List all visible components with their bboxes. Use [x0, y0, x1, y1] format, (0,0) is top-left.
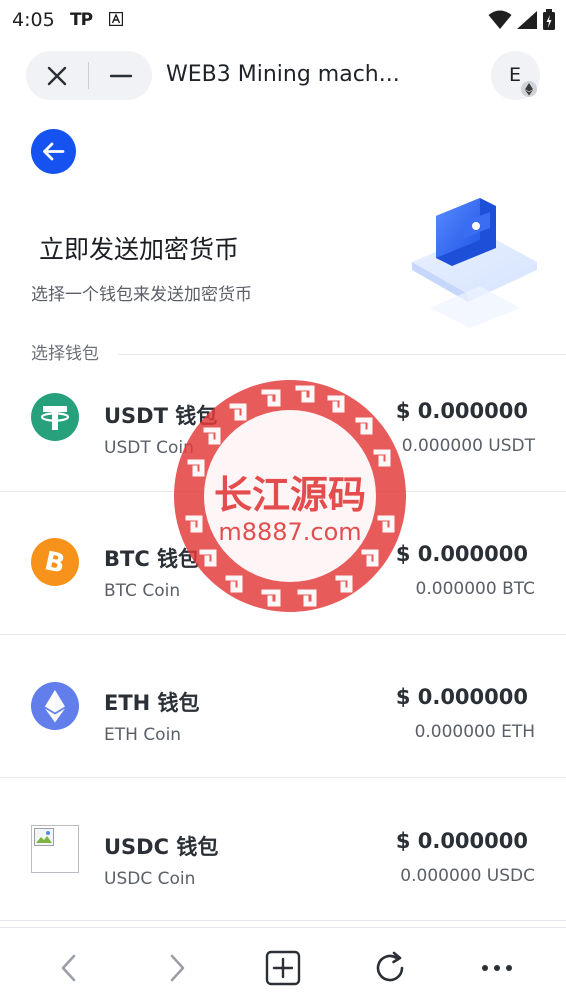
wallet-row-usdt[interactable]: USDT 钱包 USDT Coin $ 0.000000 0.000000 US…: [0, 348, 566, 492]
eth-icon: [31, 682, 79, 730]
wallet-subtitle: BTC Coin: [104, 581, 181, 601]
broken-image-icon: [31, 825, 79, 873]
wallet-fiat-balance: $ 0.000000: [395, 685, 528, 709]
browser-page-title: WEB3 Mining mach...: [166, 62, 400, 87]
reload-icon[interactable]: [372, 950, 408, 986]
page-title: 立即发送加密货币: [39, 235, 240, 264]
wallet-row-usdc[interactable]: USDC 钱包 USDC Coin $ 0.000000 0.000000 US…: [0, 777, 566, 921]
wallet-subtitle: USDT Coin: [104, 438, 194, 458]
wallet-name: USDT 钱包: [104, 404, 218, 428]
close-icon[interactable]: [44, 63, 70, 89]
wallet-subtitle: ETH Coin: [104, 725, 182, 745]
wallet-fiat-balance: $ 0.000000: [395, 399, 528, 423]
account-avatar[interactable]: E: [491, 51, 540, 100]
status-icons: [488, 9, 556, 31]
wallet-fiat-balance: $ 0.000000: [395, 829, 528, 853]
eth-network-icon: [525, 83, 533, 96]
wallet-row-btc[interactable]: B BTC 钱包 BTC Coin $ 0.000000 0.000000 BT…: [0, 491, 566, 635]
minimize-icon[interactable]: [108, 63, 134, 89]
arrow-left-icon: [43, 142, 65, 161]
usdt-icon: [31, 393, 79, 441]
wallet-name: BTC 钱包: [104, 547, 200, 571]
window-controls: [26, 51, 152, 100]
wifi-icon: [488, 10, 512, 29]
forward-icon[interactable]: [158, 950, 194, 986]
controls-divider: [88, 62, 89, 89]
battery-icon: [543, 9, 555, 30]
browser-toolbar: [0, 927, 566, 1007]
wallet-fiat-balance: $ 0.000000: [395, 542, 528, 566]
btc-icon: B: [31, 538, 79, 586]
more-icon[interactable]: [479, 950, 515, 986]
network-badge: [521, 81, 537, 97]
wallet-coin-balance: 0.000000 USDT: [401, 436, 535, 456]
wallet-name: ETH 钱包: [104, 691, 200, 715]
status-bar: 4:05 TP: [0, 0, 566, 40]
back-button[interactable]: [31, 129, 76, 174]
notification-a-icon: [109, 12, 123, 26]
wallet-subtitle: USDC Coin: [104, 869, 196, 889]
page-subtitle: 选择一个钱包来发送加密货币: [31, 285, 252, 305]
wallet-coin-balance: 0.000000 BTC: [415, 579, 535, 599]
new-tab-icon[interactable]: [265, 950, 301, 986]
signal-icon: [517, 11, 537, 29]
wallet-coin-balance: 0.000000 ETH: [414, 722, 535, 742]
avatar-letter: E: [509, 64, 522, 86]
status-time: 4:05: [12, 9, 55, 31]
wallet-row-eth[interactable]: ETH 钱包 ETH Coin $ 0.000000 0.000000 ETH: [0, 634, 566, 778]
status-app-badge: TP: [70, 10, 93, 30]
screen: 4:05 TP WEB3 Mining mach... E 立即发送加密货币 选…: [0, 0, 566, 1007]
wallet-coin-balance: 0.000000 USDC: [400, 866, 535, 886]
wallet-name: USDC 钱包: [104, 835, 219, 859]
image-placeholder-icon: [34, 828, 54, 846]
back-icon[interactable]: [52, 950, 88, 986]
wallet-illustration-icon: [412, 198, 537, 328]
